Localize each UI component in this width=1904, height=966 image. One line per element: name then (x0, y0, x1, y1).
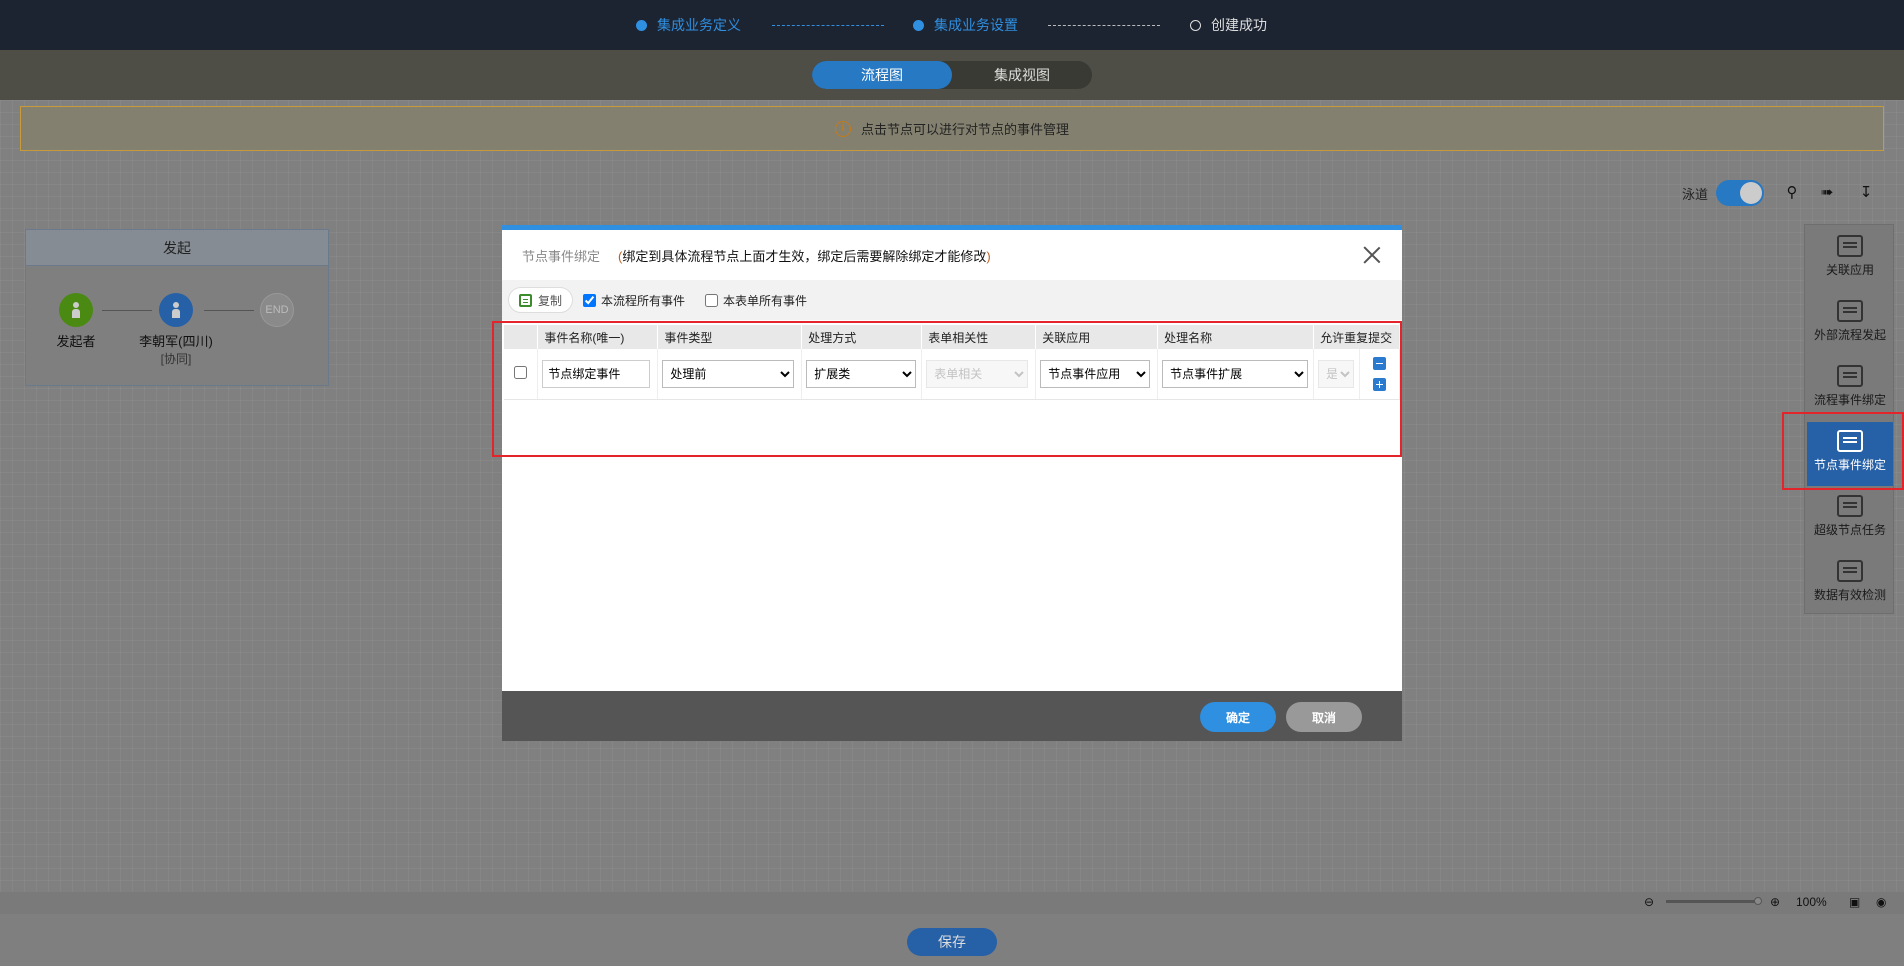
view-toggle: 流程图 集成视图 (812, 61, 1092, 89)
step-connector (772, 25, 884, 26)
cancel-button[interactable]: 取消 (1286, 702, 1362, 732)
search-icon[interactable]: ⚲ (1783, 184, 1801, 202)
panel-super-node-task[interactable]: 超级节点任务 (1805, 487, 1895, 551)
dialog-footer: 确定 取消 (502, 691, 1402, 741)
node-event-dialog: 节点事件绑定 (绑定到具体流程节点上面才生效，绑定后需要解除绑定才能修改) 复制… (502, 225, 1402, 741)
close-icon[interactable] (1362, 244, 1382, 264)
dialog-title: 节点事件绑定 (522, 248, 601, 264)
swimlane-title: 发起 (26, 230, 328, 266)
fit-screen-icon[interactable]: ▣ (1849, 895, 1860, 909)
step-settings: 集成业务设置 (913, 16, 1018, 34)
dialog-note: (绑定到具体流程节点上面才生效，绑定后需要解除绑定才能修改) (618, 248, 991, 264)
all-form-events-checkbox[interactable] (705, 293, 719, 307)
step-dot-icon (913, 19, 924, 31)
highlight-box-panel (1782, 412, 1904, 490)
download-icon[interactable]: ↧ (1857, 184, 1875, 202)
step-definition: 集成业务定义 (636, 16, 741, 34)
flow-event-icon (1837, 365, 1863, 387)
dialog-header: 节点事件绑定 (绑定到具体流程节点上面才生效，绑定后需要解除绑定才能修改) (502, 230, 1402, 280)
highlight-box-table (492, 321, 1402, 457)
swimlane-switch[interactable] (1716, 180, 1764, 206)
copy-icon (519, 293, 532, 307)
zoom-in-icon[interactable]: ⊕ (1770, 895, 1780, 909)
fullscreen-icon[interactable]: ◉ (1876, 895, 1886, 909)
info-icon: i (834, 120, 851, 137)
person-icon (59, 293, 93, 327)
data-check-icon (1837, 560, 1863, 582)
zoom-out-icon[interactable]: ⊖ (1644, 895, 1654, 909)
flow-connector (204, 310, 254, 311)
zoom-slider-handle[interactable] (1754, 897, 1762, 905)
linked-app-icon (1837, 235, 1863, 257)
all-flow-events-option[interactable]: 本流程所有事件 (583, 292, 685, 309)
step-connector (1048, 25, 1160, 26)
node-initiator[interactable]: 发起者 (50, 293, 102, 350)
zoom-bar (0, 892, 1904, 914)
layout-icon[interactable]: ➠ (1818, 184, 1836, 202)
super-node-icon (1837, 495, 1863, 517)
step-dot-icon (636, 19, 647, 31)
copy-button[interactable]: 复制 (508, 287, 574, 313)
tab-flowchart[interactable]: 流程图 (812, 61, 952, 89)
end-node-icon: END (260, 293, 294, 327)
panel-data-check[interactable]: 数据有效检测 (1805, 552, 1895, 616)
node-end[interactable]: END (259, 293, 295, 331)
panel-linked-app[interactable]: 关联应用 (1805, 227, 1895, 291)
step-dot-icon (1190, 19, 1201, 31)
node-cosign[interactable]: 李朝军(四川) [协同] (136, 293, 216, 367)
panel-external-flow[interactable]: 外部流程发起 (1805, 292, 1895, 356)
tab-integration-view[interactable]: 集成视图 (952, 61, 1092, 89)
notice-banner: i 点击节点可以进行对节点的事件管理 (20, 106, 1884, 151)
step-success: 创建成功 (1190, 16, 1267, 34)
zoom-level: 100% (1796, 895, 1827, 909)
all-flow-events-checkbox[interactable] (583, 293, 597, 307)
all-form-events-option[interactable]: 本表单所有事件 (705, 292, 807, 309)
dialog-toolbar: 复制 本流程所有事件 本表单所有事件 (502, 280, 1402, 320)
zoom-slider[interactable] (1666, 900, 1758, 903)
swimlane-label: 泳道 (1682, 187, 1709, 202)
external-flow-icon (1837, 300, 1863, 322)
save-button[interactable]: 保存 (907, 928, 997, 956)
confirm-button[interactable]: 确定 (1200, 702, 1276, 732)
person-icon (159, 293, 193, 327)
